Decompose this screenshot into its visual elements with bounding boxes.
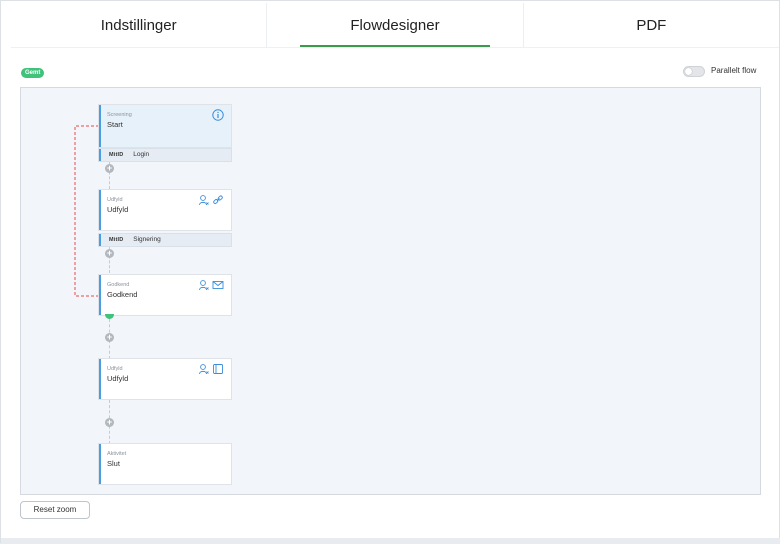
parallel-flow-toggle[interactable] (683, 66, 705, 77)
flow-node-slut[interactable]: Aktivitet Slut (99, 444, 231, 484)
tab-flowdesigner[interactable]: Flowdesigner (267, 3, 524, 47)
approved-indicator (105, 314, 114, 319)
add-step-button[interactable]: + (105, 418, 114, 427)
user-icon[interactable] (198, 194, 210, 206)
info-icon[interactable] (212, 109, 224, 121)
user-icon[interactable] (198, 279, 210, 291)
mitid-logo: MitID (109, 237, 124, 243)
active-tab-indicator (300, 45, 490, 47)
node-type: Udfyld (107, 366, 123, 372)
mail-icon[interactable] (212, 279, 224, 291)
mitid-logo: MitID (109, 152, 124, 158)
node-name: Udfyld (107, 205, 129, 214)
flow-canvas[interactable]: Screening Start MitID Login + Udfyld Udf… (20, 87, 761, 495)
auth-label: Signering (133, 236, 161, 243)
node-name: Udfyld (107, 374, 129, 383)
add-step-button[interactable]: + (105, 164, 114, 173)
node-name: Godkend (107, 290, 138, 299)
reset-zoom-button[interactable]: Reset zoom (20, 501, 90, 519)
node-type: Screening (107, 112, 132, 118)
link-icon[interactable] (212, 194, 224, 206)
auth-step-login[interactable]: MitID Login (99, 149, 231, 161)
app-window: Indstillinger Flowdesigner PDF Gemt Para… (0, 0, 780, 544)
add-step-button[interactable]: + (105, 333, 114, 342)
flow-node-udfyld-2[interactable]: Udfyld Udfyld (99, 359, 231, 399)
node-type: Udfyld (107, 197, 123, 203)
node-type: Godkend (107, 282, 130, 288)
flow-node-udfyld[interactable]: Udfyld Udfyld (99, 190, 231, 230)
node-name: Start (107, 120, 123, 129)
tab-bar: Indstillinger Flowdesigner PDF (11, 3, 779, 48)
tab-label: Indstillinger (100, 16, 177, 34)
tab-pdf[interactable]: PDF (524, 3, 779, 47)
toggle-knob (685, 68, 692, 75)
auth-step-signering[interactable]: MitID Signering (99, 234, 231, 246)
tab-label: Flowdesigner (350, 16, 440, 34)
flow-node-start[interactable]: Screening Start (99, 105, 231, 147)
tab-label: PDF (636, 16, 667, 34)
user-icon[interactable] (198, 363, 210, 375)
bottom-bar (1, 538, 780, 544)
book-icon[interactable] (212, 363, 224, 375)
node-name: Slut (107, 459, 120, 468)
parallel-flow-label: Parallelt flow (711, 66, 757, 75)
add-step-button[interactable]: + (105, 249, 114, 258)
tab-indstillinger[interactable]: Indstillinger (11, 3, 268, 47)
node-type: Aktivitet (107, 451, 127, 457)
saved-status-badge: Gemt (21, 68, 45, 78)
flow-node-godkend[interactable]: Godkend Godkend (99, 275, 231, 315)
auth-label: Login (133, 151, 150, 158)
